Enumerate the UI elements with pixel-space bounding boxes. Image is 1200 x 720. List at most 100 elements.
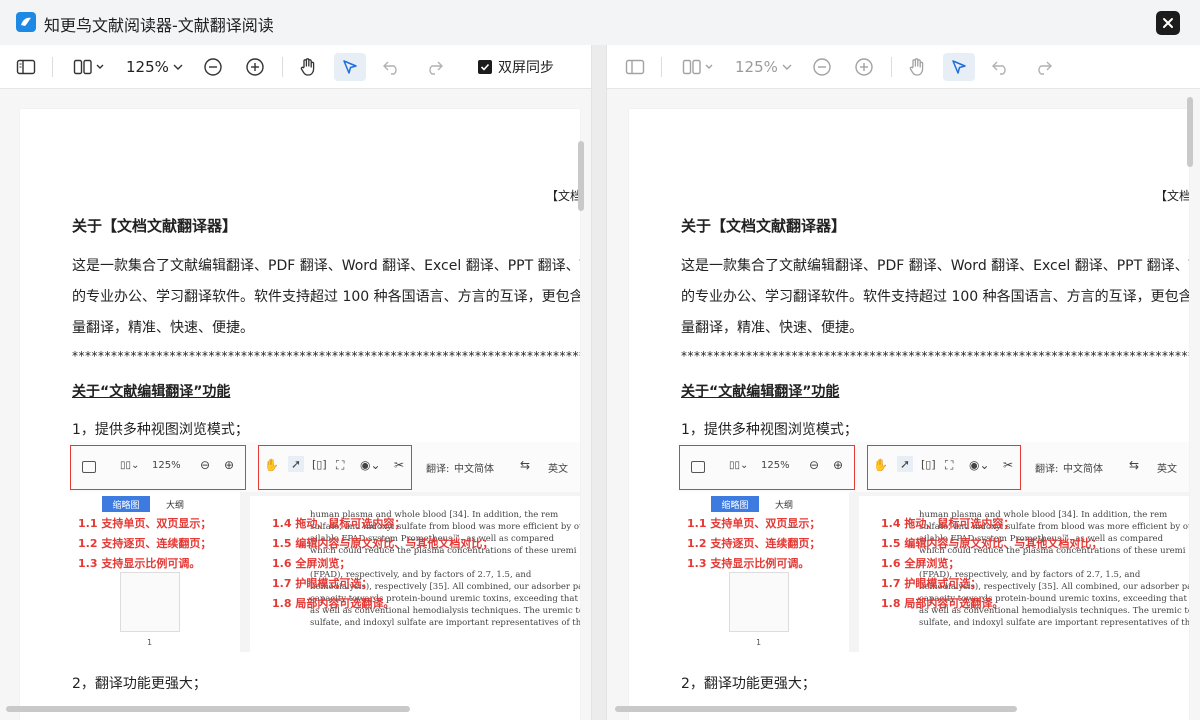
source-language: 中文简体 (454, 464, 494, 475)
feature-illustration: ▯▯⌄ 125% ⊖ ⊕ ✋ ➚ [▯] ⛶ ◉⌄ ✂ 翻译: 中文简体 ⇆ 英… (70, 442, 580, 652)
undo-icon (383, 61, 397, 75)
redo-button[interactable] (420, 53, 448, 81)
redo-icon (1038, 61, 1052, 75)
page-header-tag: 【文档 (1155, 189, 1189, 203)
right-reader-pane: 125% 【文档 关于【文档文献翻译器】 这是一款集合了文献编辑翻译、PDF 翻… (606, 45, 1200, 720)
close-icon (1163, 18, 1173, 28)
sync-label: 双屏同步 (498, 60, 554, 76)
redo-button[interactable] (1029, 53, 1057, 81)
zoom-in-icon (246, 58, 264, 76)
cursor-arrow-icon (952, 60, 966, 74)
vertical-scrollbar[interactable] (1187, 97, 1193, 167)
double-page-icon (73, 59, 104, 75)
toolbar-separator (891, 57, 892, 77)
zoom-in-button[interactable] (851, 53, 877, 81)
close-button[interactable] (1156, 11, 1180, 35)
paragraph-line: 量翻译，精准、快速、便捷。 (681, 320, 863, 336)
toolbar-separator (282, 57, 283, 77)
feature-item: 1.8 局部内容可选翻译。 (881, 597, 1004, 610)
article-line: sulfate, and indoxyl sulfate are importa… (919, 618, 1189, 628)
check-icon (480, 63, 490, 71)
undo-button[interactable] (987, 53, 1015, 81)
zoom-in-icon (855, 58, 873, 76)
list-item: 1，提供多种视图浏览模式； (72, 422, 249, 438)
zoom-select[interactable]: 125% (735, 53, 793, 81)
feature-item: 1.1 支持单页、双页显示； (78, 517, 212, 530)
dual-screen-sync-toggle[interactable]: 双屏同步 (478, 57, 554, 77)
title-bar: 知更鸟文献阅读器-文献翻译阅读 (0, 0, 1200, 45)
sidebar-toggle-button[interactable] (12, 53, 40, 81)
zoom-out-button[interactable] (809, 53, 835, 81)
page-layout-button[interactable] (679, 53, 719, 81)
section-title: 关于“文献编辑翻译”功能 (72, 384, 231, 400)
thumbnail-page-number: 1 (147, 638, 153, 647)
left-toolbar: 125% 双屏同步 (0, 45, 591, 89)
cursor-arrow-icon (343, 60, 357, 74)
list-item: 1，提供多种视图浏览模式； (681, 422, 858, 438)
select-tool-button[interactable] (943, 53, 975, 81)
chevron-down-icon (782, 64, 792, 70)
zoom-out-icon (813, 58, 831, 76)
feature-item: 1.6 全屏浏览； (881, 557, 960, 570)
feature-item: 1.8 局部内容可选翻译。 (272, 597, 395, 610)
undo-button[interactable] (378, 53, 406, 81)
hand-tool-button[interactable] (294, 53, 322, 81)
source-language: 中文简体 (1063, 464, 1103, 475)
zoom-value: 125% (126, 58, 169, 76)
feature-item: 1.3 支持显示比例可调。 (78, 557, 201, 570)
sidebar-toggle-button[interactable] (621, 53, 649, 81)
swap-icon: ⇆ (1129, 458, 1140, 472)
thumbnail-tab: 缩略图 (711, 496, 759, 512)
vertical-scrollbar[interactable] (578, 141, 584, 211)
paragraph-line: 这是一款集合了文献编辑翻译、PDF 翻译、Word 翻译、Excel 翻译、PP… (72, 258, 580, 274)
sync-checkbox[interactable] (478, 60, 492, 74)
thumbnail-page (120, 572, 180, 632)
highlight-box-view (70, 445, 246, 490)
toolbar-separator (52, 57, 53, 77)
outline-tab: 大纲 (166, 501, 185, 511)
target-language: 英文 (1157, 464, 1177, 475)
select-tool-button[interactable] (334, 53, 366, 81)
feature-item: 1.4 拖动、鼠标可选内容； (272, 517, 406, 530)
paragraph-line: 的专业办公、学习翻译软件。软件支持超过 100 种各国语言、方言的互译，更包含了… (72, 289, 580, 305)
zoom-in-button[interactable] (242, 53, 268, 81)
left-document-viewport[interactable]: 【文档 关于【文档文献翻译器】 这是一款集合了文献编辑翻译、PDF 翻译、Wor… (0, 89, 591, 720)
zoom-out-button[interactable] (200, 53, 226, 81)
feature-item: 1.7 护眼模式可选； (272, 577, 373, 590)
right-document-viewport[interactable]: 【文档 关于【文档文献翻译器】 这是一款集合了文献编辑翻译、PDF 翻译、Wor… (607, 89, 1200, 720)
feature-illustration: ▯▯⌄ 125% ⊖ ⊕ ✋ ➚ [▯] ⛶ ◉⌄ ✂ 翻译: 中文简体 ⇆ 英… (679, 442, 1189, 652)
document-title: 关于【文档文献翻译器】 (681, 217, 847, 235)
zoom-out-icon (204, 58, 222, 76)
feature-item: 1.6 全屏浏览； (272, 557, 351, 570)
article-line: sulfate, and indoxyl sulfate are importa… (310, 618, 580, 628)
horizontal-scrollbar[interactable] (6, 706, 410, 712)
separator-line: ****************************************… (681, 349, 1189, 363)
zoom-select[interactable]: 125% (126, 53, 184, 81)
hand-icon (300, 58, 315, 76)
highlight-box-tools (258, 445, 412, 490)
toolbar-separator (661, 57, 662, 77)
left-reader-pane: 125% 双屏同步 【文档 关于【文档文献翻译器】 这是一款集合了文献编辑翻译、… (0, 45, 592, 720)
translate-label: 翻译: (1035, 464, 1059, 475)
redo-icon (429, 61, 443, 75)
feature-item: 1.5 编辑内容与原文对比、与其他文档对比； (881, 537, 1103, 550)
feature-item: 1.3 支持显示比例可调。 (687, 557, 810, 570)
zoom-value: 125% (735, 58, 778, 76)
outline-tab: 大纲 (775, 501, 794, 511)
highlight-box-tools (867, 445, 1021, 490)
feature-item: 1.2 支持逐页、连续翻页； (687, 537, 821, 550)
page-layout-button[interactable] (70, 53, 110, 81)
sidebar-icon (625, 59, 645, 75)
feature-item: 1.2 支持逐页、连续翻页； (78, 537, 212, 550)
horizontal-scrollbar[interactable] (615, 706, 1017, 712)
thumbnail-tab: 缩略图 (102, 496, 150, 512)
feature-item: 1.4 拖动、鼠标可选内容； (881, 517, 1015, 530)
sidebar-icon (16, 59, 36, 75)
pane-divider[interactable] (592, 45, 606, 720)
window-title: 知更鸟文献阅读器-文献翻译阅读 (44, 16, 274, 35)
right-toolbar: 125% (607, 45, 1200, 89)
app-logo-icon (16, 12, 36, 32)
thumbnail-page (729, 572, 789, 632)
hand-tool-button[interactable] (903, 53, 931, 81)
undo-icon (992, 61, 1006, 75)
